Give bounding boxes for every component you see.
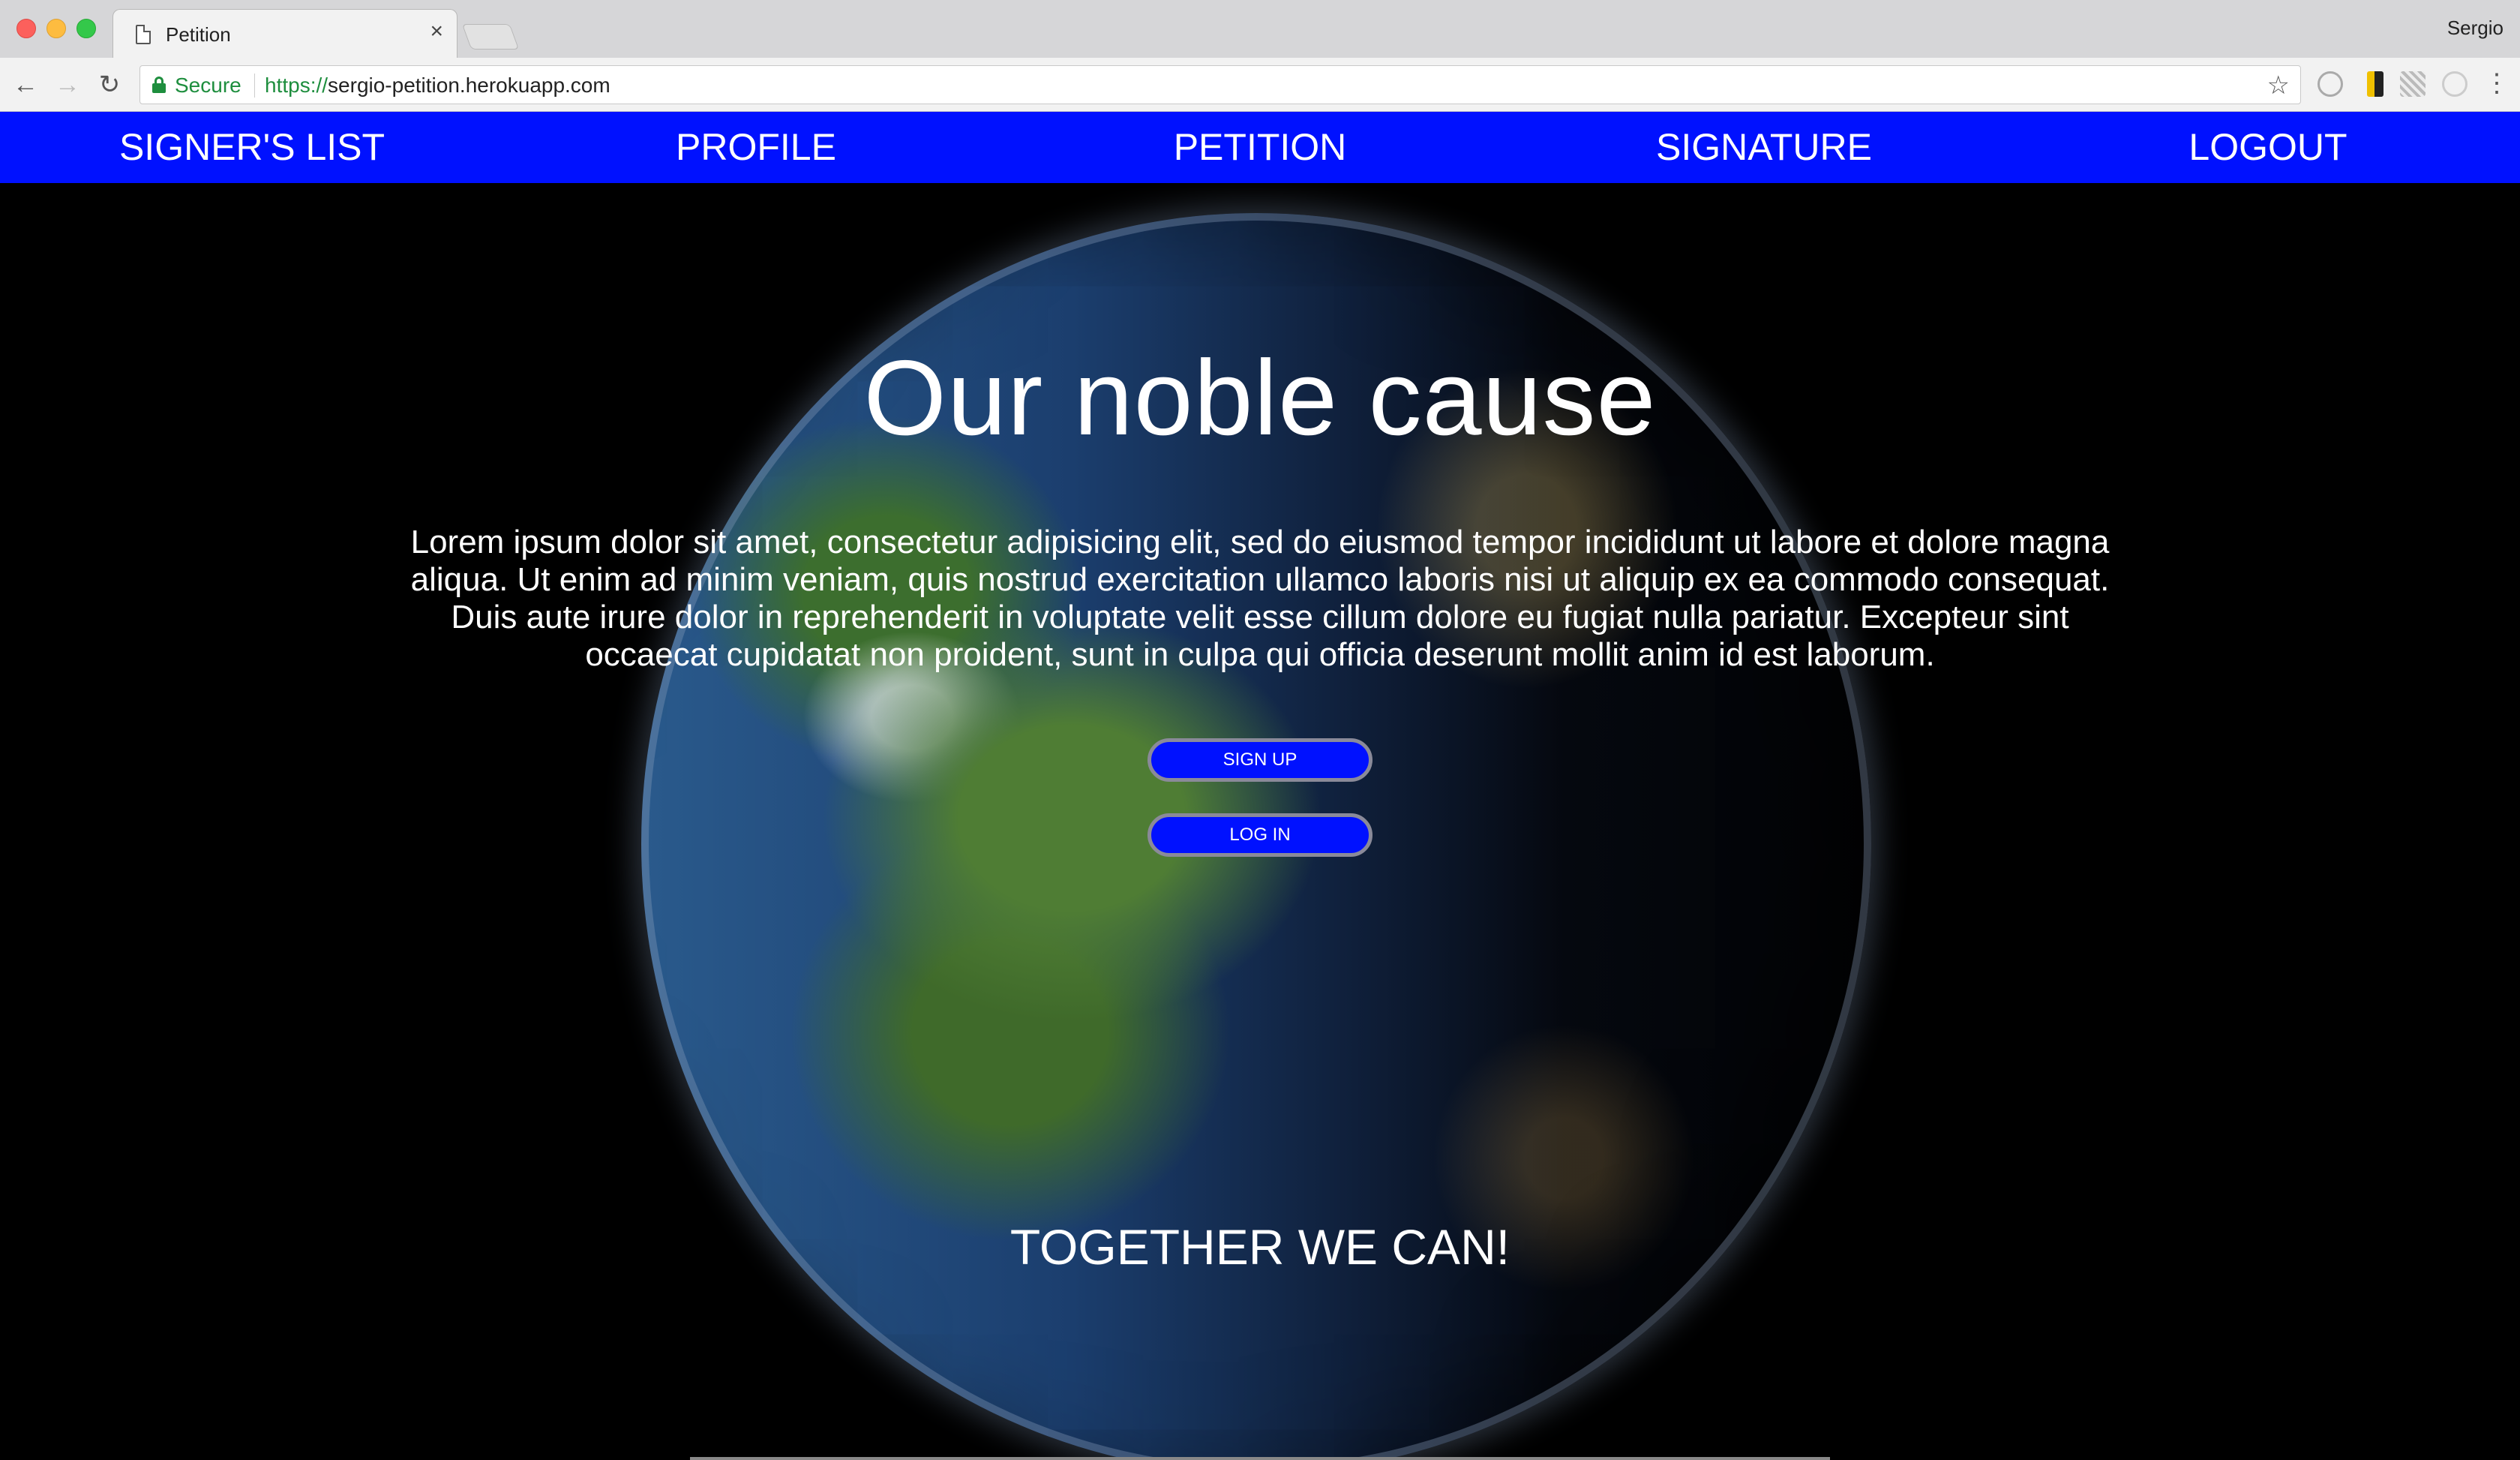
extension-icon[interactable] [2318,71,2343,97]
profile-name[interactable]: Sergio [2447,17,2504,40]
nav-profile[interactable]: PROFILE [676,112,836,183]
lock-icon [152,77,166,93]
omnibox-divider [254,74,255,98]
horizontal-scrollbar[interactable] [690,1457,1830,1460]
sign-up-button[interactable]: SIGN UP [1148,738,1372,782]
browser-menu-icon[interactable]: ⋮ [2484,68,2510,101]
url-host: sergio-petition.herokuapp.com [328,74,610,97]
tagline: TOGETHER WE CAN! [1010,1219,1510,1275]
nav-signers-list[interactable]: SIGNER'S LIST [119,112,385,183]
log-in-button[interactable]: LOG IN [1148,813,1372,857]
document-icon [136,25,151,44]
bookmark-star-icon[interactable]: ☆ [2267,71,2290,101]
site-navbar: SIGNER'S LIST PROFILE PETITION SIGNATURE… [0,112,2520,183]
extension-icon[interactable] [2442,71,2468,97]
new-tab-button[interactable] [461,24,520,50]
nav-signature[interactable]: SIGNATURE [1656,112,1872,183]
browser-toolbar: ← → ↻ Secure https://sergio-petition.her… [0,58,2520,112]
page-title: Our noble cause [863,338,1657,458]
extension-icon[interactable] [2400,71,2426,97]
browser-titlebar: Petition × Sergio [0,0,2520,58]
url-scheme: https:// [265,74,328,97]
address-bar[interactable]: Secure https://sergio-petition.herokuapp… [140,65,2301,104]
close-window-button[interactable] [16,19,36,38]
tab-title: Petition [166,23,231,46]
forward-arrow-icon[interactable]: → [51,68,84,101]
intro-paragraph: Lorem ipsum dolor sit amet, consectetur … [410,524,2110,673]
back-arrow-icon[interactable]: ← [9,68,42,101]
tab-close-button[interactable]: × [430,19,443,44]
reload-icon[interactable]: ↻ [93,68,126,101]
url-text[interactable]: https://sergio-petition.herokuapp.com [265,74,610,98]
browser-tab[interactable]: Petition × [112,9,458,58]
minimize-window-button[interactable] [46,19,66,38]
secure-label: Secure [175,74,242,97]
nav-petition[interactable]: PETITION [1174,112,1347,183]
maximize-window-button[interactable] [76,19,96,38]
extension-icon[interactable] [2367,71,2384,97]
hero-section: Our noble cause Lorem ipsum dolor sit am… [0,183,2520,1460]
nav-logout[interactable]: LOGOUT [2188,112,2347,183]
